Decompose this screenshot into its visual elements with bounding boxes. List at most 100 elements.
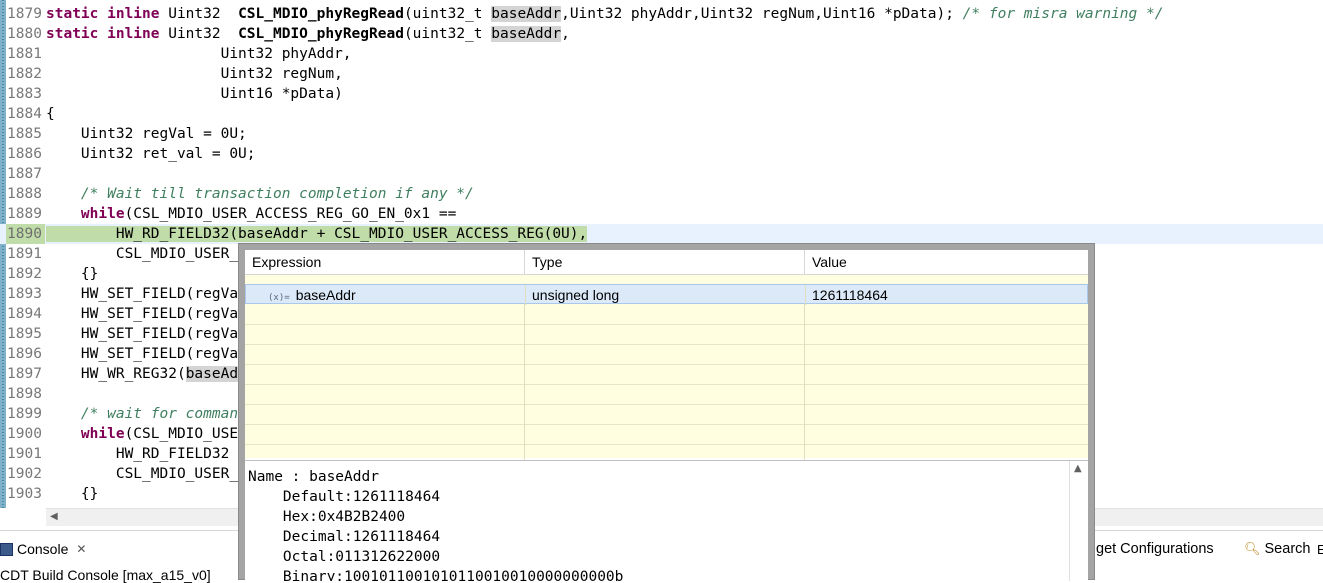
code-text: HW_WR_REG32(baseAd — [46, 364, 239, 384]
code-token: {} — [46, 486, 99, 502]
code-text: static inline Uint32 CSL_MDIO_phyRegRead… — [46, 24, 570, 44]
code-token: HW_SET_FIELD(regVa — [46, 286, 239, 302]
column-header-type[interactable]: Type — [525, 250, 805, 274]
code-line[interactable]: 1886 Uint32 ret_val = 0U; — [0, 144, 1323, 164]
code-line[interactable]: 1882 Uint32 regNum, — [0, 64, 1323, 84]
empty-cell — [525, 384, 805, 404]
code-token: ,Uint32 phyAddr,Uint32 regNum,Uint16 *pD… — [561, 6, 963, 22]
code-token: static inline — [46, 6, 169, 22]
code-token: /* wait for comman — [80, 406, 239, 422]
code-token: Uint16 *pData) — [46, 86, 343, 102]
code-token: (uint32_t — [403, 26, 492, 42]
empty-cell — [805, 364, 1088, 384]
detail-line: Decimal:1261118464 — [248, 529, 441, 545]
code-line[interactable]: 1880 static inline Uint32 CSL_MDIO_phyReg… — [0, 24, 1323, 44]
table-row-empty — [245, 304, 1088, 325]
code-text: HW_SET_FIELD(regVa — [46, 344, 238, 364]
empty-cell — [245, 404, 525, 424]
code-text: HW_SET_FIELD(regVa — [46, 304, 238, 324]
console-tab-label: Console — [17, 541, 69, 557]
code-text: Uint32 regNum, — [46, 64, 343, 84]
code-token: /* for misra warning */ — [962, 6, 1164, 22]
empty-cell — [245, 344, 525, 364]
line-number: 1892 — [7, 266, 42, 282]
code-token: (CSL_MDIO_USER_ACCESS_REG_GO_EN_0x1 == — [124, 206, 457, 222]
line-number: 1889 — [7, 206, 42, 222]
code-token: HW_SET_FIELD(regVa — [46, 346, 239, 362]
code-line[interactable]: 1884{ — [0, 104, 1323, 124]
table-row-empty — [245, 324, 1088, 345]
column-header-expression[interactable]: Expression — [245, 250, 525, 274]
more-tabs-icon[interactable]: E — [1317, 542, 1323, 557]
empty-cell — [525, 424, 805, 444]
tab-console[interactable]: Console ✕ — [0, 541, 86, 557]
table-row[interactable]: (x)= baseAddr unsigned long 1261118464 — [245, 284, 1088, 305]
empty-cell — [805, 424, 1088, 444]
code-token: Uint32 ret_val = 0U; — [46, 146, 256, 162]
code-token: {} — [46, 266, 99, 282]
code-line[interactable]: 1890 HW_RD_FIELD32(baseAddr + CSL_MDIO_U… — [0, 224, 1323, 244]
code-token: (uint32_t — [403, 6, 492, 22]
line-number: 1893 — [7, 286, 42, 302]
code-token: { — [46, 106, 55, 122]
code-text: static inline Uint32 CSL_MDIO_phyRegRead… — [46, 4, 1163, 24]
code-line[interactable]: 1885 Uint32 regVal = 0U; — [0, 124, 1323, 144]
line-number: 1881 — [7, 46, 42, 62]
line-number: 1879 — [7, 6, 42, 22]
line-number: 1882 — [7, 66, 42, 82]
type-cell: unsigned long — [526, 285, 806, 305]
code-token: Uint32 — [168, 26, 239, 42]
detail-pane: Name : baseAddr Default:1261118464 Hex:0… — [245, 460, 1088, 581]
code-token: (CSL_MDIO_USE — [124, 426, 239, 442]
empty-cell — [245, 364, 525, 384]
code-line[interactable]: 1879 static inline Uint32 CSL_MDIO_phyReg… — [0, 4, 1323, 24]
table-row-empty — [245, 364, 1088, 385]
empty-cell — [525, 344, 805, 364]
code-token: HW_SET_FIELD(regVa — [46, 306, 239, 322]
empty-cell — [805, 344, 1088, 364]
console-subtitle: CDT Build Console [max_a15_v0] — [0, 567, 211, 583]
line-number: 1896 — [7, 346, 42, 362]
expression-table: Expression Type Value (x)= baseAddr unsig… — [245, 250, 1088, 465]
code-token: baseAddr — [491, 26, 562, 42]
code-text: /* wait for comman — [46, 404, 238, 424]
search-tab-label: Search — [1264, 541, 1311, 557]
code-token: while — [80, 206, 125, 222]
value-cell[interactable]: 1261118464 — [806, 285, 1088, 305]
code-line[interactable]: 1887 — [0, 164, 1323, 184]
code-text: while(CSL_MDIO_USER_ACCESS_REG_GO_EN_0x1… — [46, 204, 456, 224]
line-number: 1888 — [7, 186, 42, 202]
code-token: CSL_MDIO_USER_ — [46, 246, 239, 262]
code-line[interactable]: 1889 while(CSL_MDIO_USER_ACCESS_REG_GO_E… — [0, 204, 1323, 224]
code-token: Uint32 regNum, — [46, 66, 343, 82]
tab-target-configurations[interactable]: get Configurations — [1096, 541, 1214, 557]
code-text: Uint32 regVal = 0U; — [46, 124, 247, 144]
code-token: static inline — [46, 26, 169, 42]
code-text: Uint32 phyAddr, — [46, 44, 352, 64]
code-line[interactable]: 1881 Uint32 phyAddr, — [0, 44, 1323, 64]
column-header-value[interactable]: Value — [805, 250, 1088, 274]
code-token: Uint32 — [168, 6, 239, 22]
line-number: 1902 — [7, 466, 42, 482]
code-text: { — [46, 104, 55, 124]
line-number: 1895 — [7, 326, 42, 342]
code-token: baseAddr — [491, 6, 562, 22]
vertical-scrollbar[interactable]: ▲ — [1069, 461, 1088, 581]
empty-cell — [525, 304, 805, 324]
scroll-left-icon[interactable]: ◀ — [50, 511, 58, 522]
scroll-up-icon[interactable]: ▲ — [1074, 463, 1082, 474]
empty-cell — [245, 384, 525, 404]
expression-hover-popup: Expression Type Value (x)= baseAddr unsig… — [238, 243, 1095, 581]
empty-cell — [805, 304, 1088, 324]
tab-search[interactable]: 🔍︎ Search — [1244, 541, 1310, 557]
close-icon[interactable]: ✕ — [76, 542, 86, 556]
table-row-empty — [245, 344, 1088, 365]
code-line[interactable]: 1883 Uint16 *pData) — [0, 84, 1323, 104]
code-token: Uint32 regVal = 0U; — [46, 126, 247, 142]
line-number: 1883 — [7, 86, 42, 102]
code-line[interactable]: 1888 /* Wait till transaction completion… — [0, 184, 1323, 204]
code-text: Uint16 *pData) — [46, 84, 343, 104]
